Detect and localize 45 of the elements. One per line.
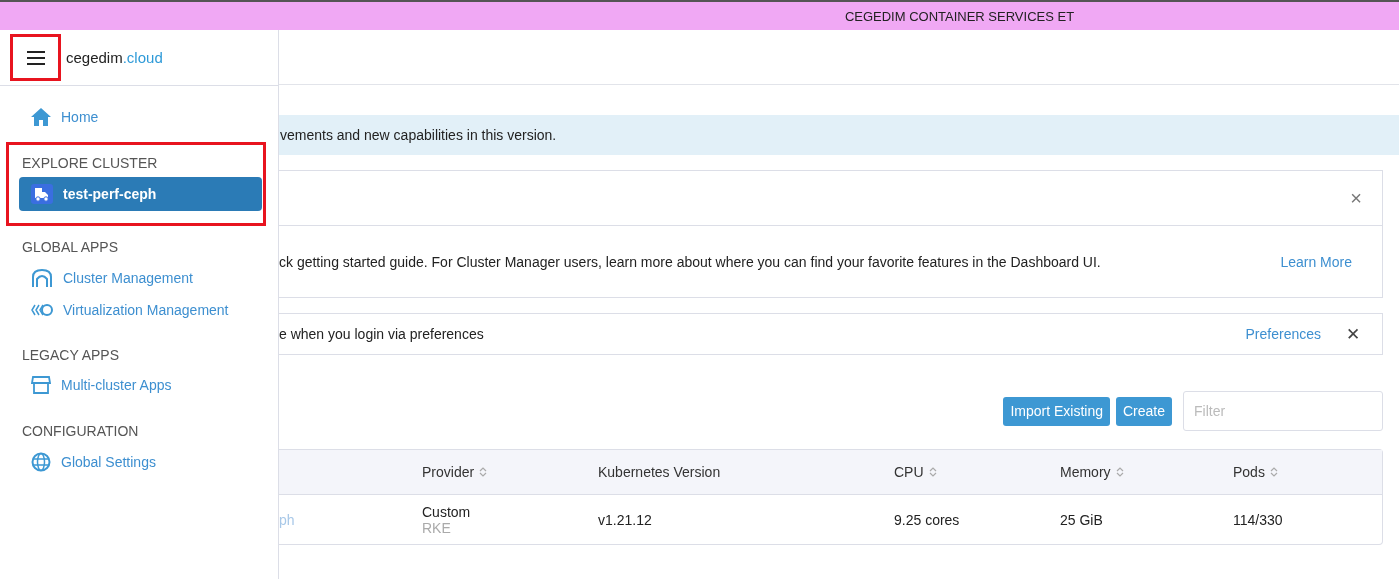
nav-item[interactable]: Global Settings xyxy=(19,445,259,479)
store-icon xyxy=(31,376,51,394)
table-cell: 9.25 cores xyxy=(894,511,960,528)
nav-item[interactable]: Multi-cluster Apps xyxy=(19,369,259,401)
column-header[interactable]: Provider xyxy=(422,464,488,480)
menu-button[interactable] xyxy=(10,34,61,81)
preferences-text: e when you login via preferences xyxy=(279,326,485,342)
truck-icon xyxy=(31,184,53,204)
sort-icon xyxy=(928,466,937,478)
table-cell: RKE xyxy=(422,519,451,536)
menu-icon xyxy=(26,50,45,65)
preferences-link[interactable]: Preferences xyxy=(1245,326,1321,342)
column-header[interactable]: Pods xyxy=(1233,464,1278,480)
close-button[interactable]: × xyxy=(1350,188,1362,208)
action-button[interactable]: Import Existing xyxy=(1003,396,1110,426)
nav-item[interactable]: test-perf-ceph xyxy=(19,177,262,211)
stripes-icon xyxy=(31,304,53,316)
logo: cegedim.cloud xyxy=(66,49,163,66)
section-title: GLOBAL APPS xyxy=(21,238,119,257)
sort-icon xyxy=(479,466,488,478)
globe-icon xyxy=(31,452,51,472)
column-header[interactable]: Memory xyxy=(1060,464,1124,480)
close-button[interactable]: ✕ xyxy=(1346,325,1360,343)
table-cell: Custom xyxy=(422,503,471,520)
guide-text: ck getting started guide. For Cluster Manager users, learn more about where you can find your favorite features in the Dashboard UI. xyxy=(279,253,1102,270)
table-cell: 114/330 xyxy=(1233,511,1283,528)
sort-icon xyxy=(1115,466,1124,478)
nav-item[interactable]: Virtualization Management xyxy=(19,295,259,325)
section-title: LEGACY APPS xyxy=(21,346,120,365)
nav-item[interactable]: Cluster Management xyxy=(19,261,259,295)
banner-text: CEGEDIM CONTAINER SERVICES ET xyxy=(844,8,1075,24)
home-icon xyxy=(31,108,51,126)
section-title: EXPLORE CLUSTER xyxy=(21,154,159,173)
barn-icon xyxy=(31,268,53,288)
sort-icon xyxy=(1269,466,1278,478)
column-header[interactable]: CPU xyxy=(894,464,937,480)
learn-more-link[interactable]: Learn More xyxy=(1280,253,1352,270)
info-text: vements and new capabilities in this version. xyxy=(280,127,557,143)
column-header[interactable]: Kubernetes Version xyxy=(598,464,721,480)
table-cell: v1.21.12 xyxy=(598,511,652,528)
table-cell: 25 GiB xyxy=(1060,511,1103,528)
action-button[interactable]: Create xyxy=(1115,396,1172,426)
filter-field[interactable]: Filter xyxy=(1183,391,1383,431)
nav-item[interactable]: Home xyxy=(19,101,259,133)
section-title: CONFIGURATION xyxy=(21,422,140,441)
